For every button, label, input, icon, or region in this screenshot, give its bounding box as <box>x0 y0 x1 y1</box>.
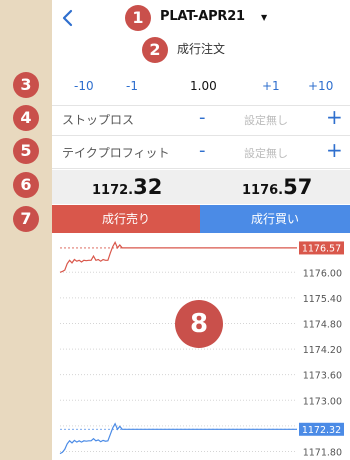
stop-loss-label: ストップロス <box>62 113 135 127</box>
chevron-left-icon <box>62 9 73 27</box>
annotation-badge-5: 5 <box>13 138 39 164</box>
annotation-badge-3: 3 <box>13 72 39 98</box>
stop-loss-plus-button[interactable]: + <box>326 105 343 129</box>
price-axis-label: 1171.80 <box>303 447 342 458</box>
annotation-badge-4: 4 <box>13 105 39 131</box>
ask-price-integer: 1176. <box>242 183 284 198</box>
ask-price-tag-label: 1176.57 <box>302 243 341 254</box>
annotation-badge-1: 1 <box>125 5 151 31</box>
price-axis-label: 1174.80 <box>303 319 342 330</box>
quantity-plus10-button[interactable]: +10 <box>308 79 333 93</box>
stop-loss-row: ストップロス - 設定無し + <box>52 102 350 136</box>
quantity-value[interactable]: 1.00 <box>190 79 217 93</box>
bid-price: 1172.32 <box>92 175 162 199</box>
bid-price-line <box>59 422 297 455</box>
bid-price-tag-label: 1172.32 <box>302 425 341 436</box>
ask-price-line <box>59 241 297 273</box>
stop-loss-value[interactable]: 設定無し <box>244 112 288 128</box>
header-bar: PLAT-APR21 ▼ <box>52 0 350 36</box>
annotation-badge-7: 7 <box>13 206 39 232</box>
order-panel: PLAT-APR21 ▼ 成行注文 -10 -1 1.00 +1 +10 ストッ… <box>52 0 350 460</box>
quantity-plus1-button[interactable]: +1 <box>262 79 280 93</box>
bid-price-integer: 1172. <box>92 183 134 198</box>
symbol-selector[interactable]: PLAT-APR21 <box>160 9 245 24</box>
annotation-badge-8: 8 <box>175 300 223 348</box>
market-buy-button[interactable]: 成行買い <box>200 205 350 233</box>
ask-price: 1176.57 <box>242 175 312 199</box>
take-profit-minus-button[interactable]: - <box>199 140 206 161</box>
dropdown-caret-icon[interactable]: ▼ <box>261 13 267 22</box>
market-sell-button[interactable]: 成行売り <box>52 205 200 233</box>
ask-price-decimal: 57 <box>283 175 313 199</box>
quote-bar: 1172.32 1176.57 <box>52 170 350 204</box>
take-profit-plus-button[interactable]: + <box>326 138 343 162</box>
bid-price-decimal: 32 <box>133 175 163 199</box>
annotation-badge-6: 6 <box>13 172 39 198</box>
annotation-badge-2: 2 <box>142 37 168 63</box>
price-axis-label: 1176.00 <box>303 268 342 279</box>
price-axis-label: 1173.00 <box>303 396 342 407</box>
price-axis-label: 1173.60 <box>303 371 342 382</box>
take-profit-row: テイクプロフィット - 設定無し + <box>52 135 350 169</box>
quantity-row: -10 -1 1.00 +1 +10 <box>52 66 350 106</box>
order-type-label[interactable]: 成行注文 <box>52 40 350 57</box>
back-button[interactable] <box>58 6 78 30</box>
price-axis-label: 1175.40 <box>303 294 342 305</box>
stop-loss-minus-button[interactable]: - <box>199 107 206 128</box>
quantity-minus1-button[interactable]: -1 <box>126 79 138 93</box>
quantity-minus10-button[interactable]: -10 <box>74 79 94 93</box>
price-axis-label: 1174.20 <box>303 345 342 356</box>
take-profit-value[interactable]: 設定無し <box>244 145 288 161</box>
take-profit-label: テイクプロフィット <box>62 146 170 160</box>
price-chart[interactable]: 1176.00 1175.40 1174.80 1174.20 1173.60 1173.… <box>52 236 350 460</box>
